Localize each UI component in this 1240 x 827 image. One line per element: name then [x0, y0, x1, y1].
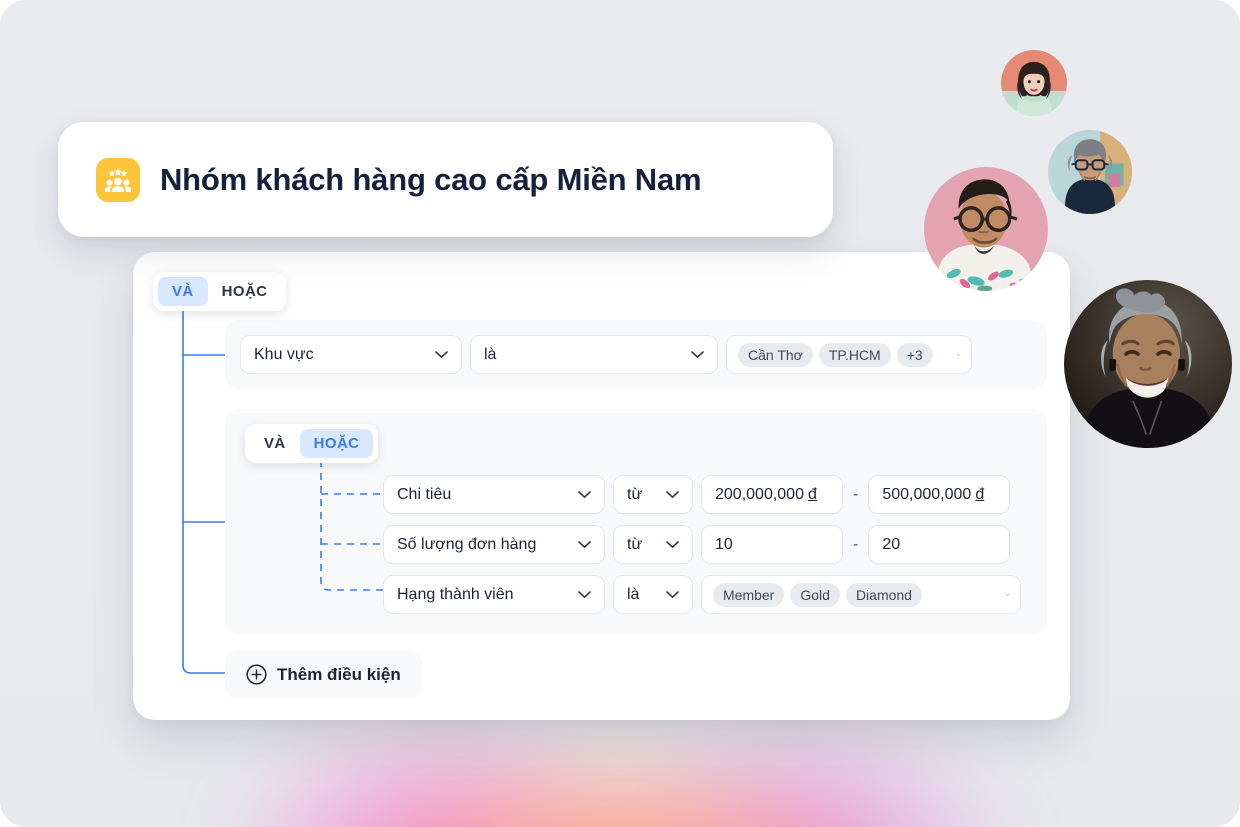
nested-condition-row-3: Hạng thành viên là Member Gold Diamond	[383, 575, 1021, 614]
page-title: Nhóm khách hàng cao cấp Miền Nam	[160, 161, 702, 197]
chevron-down-icon	[435, 350, 448, 358]
nested-row2-operator-value: từ	[627, 535, 643, 553]
nested-row2-value-from[interactable]: 10	[701, 525, 843, 564]
nested-row1-value-from-text: 200,000,000	[715, 485, 804, 503]
condition-row-1: Khu vực là Cần Thơ TP.HCM +3	[240, 335, 972, 374]
chevron-down-icon	[666, 490, 679, 498]
outer-logic-toggle[interactable]: VÀ HOẶC	[153, 272, 287, 311]
nested-row3-field-value: Hạng thành viên	[397, 585, 514, 603]
row1-operator-select[interactable]: là	[470, 335, 718, 374]
nested-row3-operator-value: là	[627, 585, 640, 603]
range-separator: -	[853, 535, 859, 553]
avatar-smiling-older-woman	[1064, 280, 1232, 448]
avatar-man-glasses-floral-shirt	[924, 167, 1048, 291]
nested-logic-option-or[interactable]: HOẶC	[299, 429, 374, 458]
chevron-down-icon	[666, 540, 679, 548]
row1-field-value: Khu vực	[254, 345, 314, 363]
nested-row2-field-select[interactable]: Số lượng đơn hàng	[383, 525, 605, 564]
chip-overflow-count[interactable]: +3	[896, 342, 933, 367]
row1-value-chips[interactable]: Cần Thơ TP.HCM +3	[726, 335, 972, 374]
avatar-woman-pink-background	[1001, 50, 1067, 116]
condition-builder-card: VÀ HOẶC Khu vực là Cần Thơ TP.HCM +3 VÀ …	[133, 252, 1070, 720]
chip-item[interactable]: Diamond	[845, 582, 922, 607]
chip-item[interactable]: TP.HCM	[818, 342, 891, 367]
currency-symbol: đ	[975, 485, 985, 503]
outer-logic-option-and[interactable]: VÀ	[158, 277, 208, 306]
chevron-down-icon	[691, 350, 704, 358]
outer-logic-option-or[interactable]: HOẶC	[208, 277, 282, 306]
nested-logic-option-and[interactable]: VÀ	[250, 429, 300, 458]
nested-row1-field-select[interactable]: Chi tiêu	[383, 475, 605, 514]
nested-condition-row-1: Chi tiêu từ 200,000,000 đ - 500,000,000 …	[383, 475, 1011, 514]
chevron-down-icon	[957, 353, 960, 356]
chevron-down-icon	[578, 540, 591, 548]
chip-item[interactable]: Member	[713, 582, 785, 607]
currency-symbol: đ	[807, 485, 817, 503]
chip-item[interactable]: Gold	[790, 582, 840, 607]
page-root: Nhóm khách hàng cao cấp Miền Nam VÀ HOẶC…	[0, 0, 1240, 827]
nested-row3-field-select[interactable]: Hạng thành viên	[383, 575, 605, 614]
nested-row2-value-to-text: 20	[882, 535, 901, 553]
segment-title-card: Nhóm khách hàng cao cấp Miền Nam	[58, 122, 833, 237]
plus-circle-icon	[246, 664, 267, 685]
nested-row1-value-to[interactable]: 500,000,000 đ	[868, 475, 1011, 514]
condition-row-1-container: Khu vực là Cần Thơ TP.HCM +3	[225, 320, 1047, 389]
nested-row2-value-to[interactable]: 20	[868, 525, 1011, 564]
chevron-down-icon	[578, 490, 591, 498]
nested-row1-field-value: Chi tiêu	[397, 485, 452, 503]
customer-group-icon	[96, 157, 140, 202]
row1-field-select[interactable]: Khu vực	[240, 335, 462, 374]
range-separator: -	[853, 485, 859, 503]
chevron-down-icon	[666, 590, 679, 598]
nested-row2-value-from-text: 10	[715, 535, 733, 553]
chevron-down-icon	[578, 590, 591, 598]
avatar-man-glasses-dark-sweater	[1048, 130, 1132, 214]
nested-row1-value-from[interactable]: 200,000,000 đ	[701, 475, 843, 514]
nested-row1-operator-value: từ	[627, 485, 643, 503]
row1-operator-value: là	[484, 345, 497, 363]
chevron-down-icon	[1006, 593, 1009, 596]
nested-row2-operator-select[interactable]: từ	[613, 525, 693, 564]
nested-condition-row-2: Số lượng đơn hàng từ 10 - 20	[383, 525, 1011, 564]
chip-item[interactable]: Cần Thơ	[738, 342, 813, 367]
nested-row1-value-to-text: 500,000,000	[882, 485, 972, 503]
nested-row2-field-value: Số lượng đơn hàng	[397, 535, 537, 553]
nested-row1-operator-select[interactable]: từ	[613, 475, 693, 514]
add-condition-button[interactable]: Thêm điều kiện	[225, 650, 422, 699]
nested-logic-toggle[interactable]: VÀ HOẶC	[245, 424, 379, 463]
nested-row3-operator-select[interactable]: là	[613, 575, 693, 614]
nested-row3-value-chips[interactable]: Member Gold Diamond	[701, 575, 1021, 614]
add-condition-label: Thêm điều kiện	[277, 664, 401, 684]
